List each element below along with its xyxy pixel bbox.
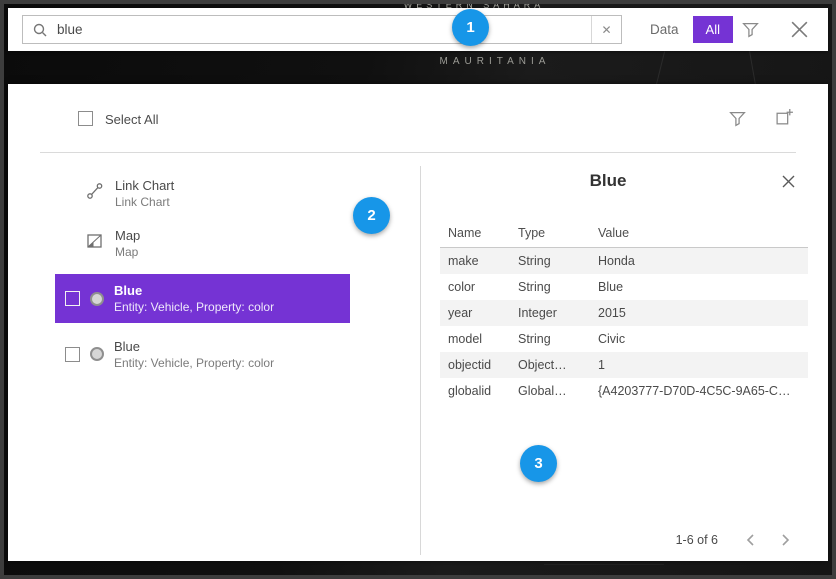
cell-type: Integer [518,306,598,320]
entity-property-icon [90,292,104,306]
map-boundary-line [544,564,664,565]
list-item-map[interactable]: Map Map [86,228,140,259]
search-results-panel: Select All Link Chart Link Chart [8,84,828,561]
cell-name: color [440,280,518,294]
pagination: 1-6 of 6 [676,531,794,549]
cell-name: year [440,306,518,320]
list-item-title: Blue [114,283,274,298]
cell-type: String [518,280,598,294]
map-icon [86,232,104,255]
table-row: globalid Global… {A4203777-D70D-4C5C-9A6… [440,378,808,404]
annotation-badge-2: 2 [353,197,390,234]
panel-split-divider [420,166,421,555]
list-item-blue-selected[interactable]: Blue Entity: Vehicle, Property: color [55,274,350,323]
close-search-overlay-icon[interactable] [785,15,814,44]
select-all-checkbox[interactable] [78,111,93,126]
annotation-badge-1: 1 [452,9,489,46]
list-item-subtitle: Entity: Vehicle, Property: color [114,300,274,314]
next-page-icon[interactable] [776,531,794,549]
column-header-type: Type [518,226,598,240]
list-item-subtitle: Link Chart [115,195,174,209]
pagination-label: 1-6 of 6 [676,533,718,547]
annotation-badge-3: 3 [520,445,557,482]
list-item-title: Link Chart [115,178,174,193]
link-chart-icon [86,182,104,205]
detail-title: Blue [420,171,796,191]
cell-name: model [440,332,518,346]
map-boundary-line [656,51,665,84]
table-row: year Integer 2015 [440,300,808,326]
cell-value: {A4203777-D70D-4C5C-9A65-C… [598,384,808,398]
search-icon [23,22,55,38]
cell-type: String [518,332,598,346]
scope-all-button[interactable]: All [693,16,733,43]
cell-name: objectid [440,358,518,372]
search-filter-icon[interactable] [738,17,763,42]
table-row: color String Blue [440,274,808,300]
cell-value: 2015 [598,306,808,320]
properties-table: Name Type Value make String Honda color … [440,218,808,404]
app-frame: WESTERN SAHARA MAURITANIA ✕ Data All [0,0,836,579]
search-input[interactable] [55,16,591,43]
table-row: make String Honda [440,248,808,274]
cell-name: make [440,254,518,268]
map-country-label: MAURITANIA [370,56,620,67]
item-checkbox[interactable] [65,347,80,362]
cell-type: String [518,254,598,268]
list-item-title: Map [115,228,140,243]
search-box[interactable]: ✕ [22,15,622,44]
detail-close-icon[interactable] [779,172,798,191]
map-background: WESTERN SAHARA MAURITANIA ✕ Data All [4,4,832,575]
cell-type: Object… [518,358,598,372]
filter-results-icon[interactable] [729,110,746,127]
cell-value: Blue [598,280,808,294]
column-header-value: Value [598,226,808,240]
list-item-subtitle: Entity: Vehicle, Property: color [114,356,274,370]
list-item-subtitle: Map [115,245,140,259]
column-header-name: Name [440,226,518,240]
header-divider [40,152,796,153]
table-row: objectid Object… 1 [440,352,808,378]
cell-name: globalid [440,384,518,398]
table-row: model String Civic [440,326,808,352]
cell-type: Global… [518,384,598,398]
search-toolbar: ✕ Data All [8,8,828,51]
map-boundary-line [749,51,756,85]
list-item-link-chart[interactable]: Link Chart Link Chart [86,178,174,209]
table-header-row: Name Type Value [440,218,808,248]
item-checkbox[interactable] [65,291,80,306]
list-item-title: Blue [114,339,274,354]
list-item-blue[interactable]: Blue Entity: Vehicle, Property: color [55,332,350,376]
cell-value: 1 [598,358,808,372]
search-clear-button[interactable]: ✕ [591,16,621,43]
prev-page-icon[interactable] [742,531,760,549]
select-all-label: Select All [105,112,158,127]
add-results-icon[interactable] [775,108,794,127]
scope-data-button[interactable]: Data [650,22,679,37]
cell-value: Honda [598,254,808,268]
entity-property-icon [90,347,104,361]
cell-value: Civic [598,332,808,346]
